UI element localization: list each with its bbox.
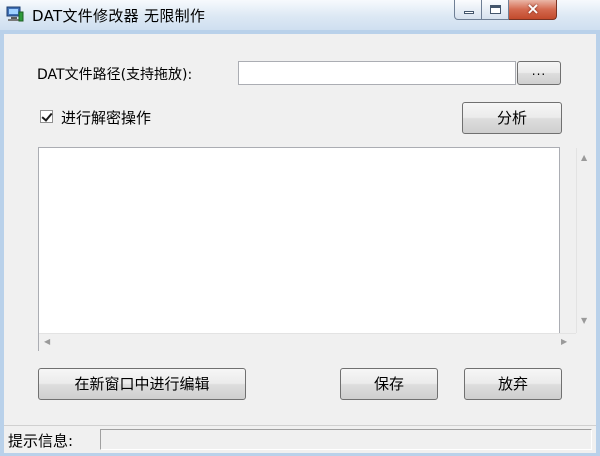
window-title: DAT文件修改器 无限制作 (32, 7, 206, 25)
vertical-scrollbar[interactable]: ▲ ▼ (576, 148, 594, 333)
computer-icon (6, 6, 24, 22)
analyze-button[interactable]: 分析 (462, 102, 562, 134)
scroll-left-icon[interactable]: ◀ (44, 337, 50, 346)
title-bar[interactable]: DAT文件修改器 无限制作 × (0, 0, 600, 30)
decrypt-checkbox[interactable] (40, 110, 53, 123)
minimize-button[interactable] (454, 0, 482, 20)
edit-in-new-window-button[interactable]: 在新窗口中进行编辑 (38, 368, 246, 400)
horizontal-scrollbar[interactable]: ◀ ▶ (39, 333, 576, 351)
decrypt-label[interactable]: 进行解密操作 (61, 107, 151, 128)
scroll-down-icon[interactable]: ▼ (581, 316, 587, 325)
browse-button[interactable]: ... (517, 61, 561, 85)
discard-button[interactable]: 放弃 (464, 368, 562, 400)
status-label: 提示信息: (8, 432, 74, 450)
scroll-right-icon[interactable]: ▶ (561, 337, 567, 346)
path-input[interactable] (238, 61, 516, 85)
status-message-panel (100, 429, 592, 450)
close-icon: × (526, 0, 540, 18)
maximize-button[interactable] (482, 0, 509, 20)
path-label: DAT文件路径(支持拖放): (37, 67, 193, 83)
status-bar: 提示信息: (4, 425, 596, 453)
content-textarea[interactable]: ▲ ▼ ◀ ▶ (38, 147, 594, 351)
close-button[interactable]: × (509, 0, 557, 20)
scroll-corner (576, 333, 593, 350)
scroll-up-icon[interactable]: ▲ (581, 153, 587, 162)
save-button[interactable]: 保存 (340, 368, 438, 400)
